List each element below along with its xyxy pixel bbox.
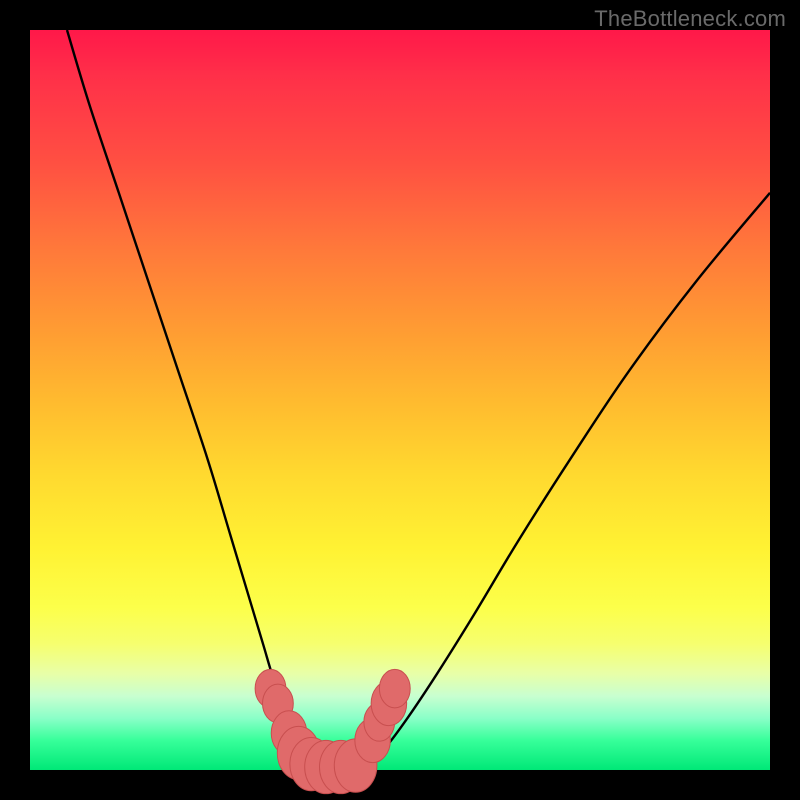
chart-plot-area [30,30,770,770]
chart-svg [30,30,770,770]
markers-group [255,669,410,793]
curve-left [67,30,310,764]
curve-marker [379,669,410,707]
chart-frame: TheBottleneck.com [0,0,800,800]
curve-right [370,193,770,761]
watermark-text: TheBottleneck.com [594,6,786,32]
